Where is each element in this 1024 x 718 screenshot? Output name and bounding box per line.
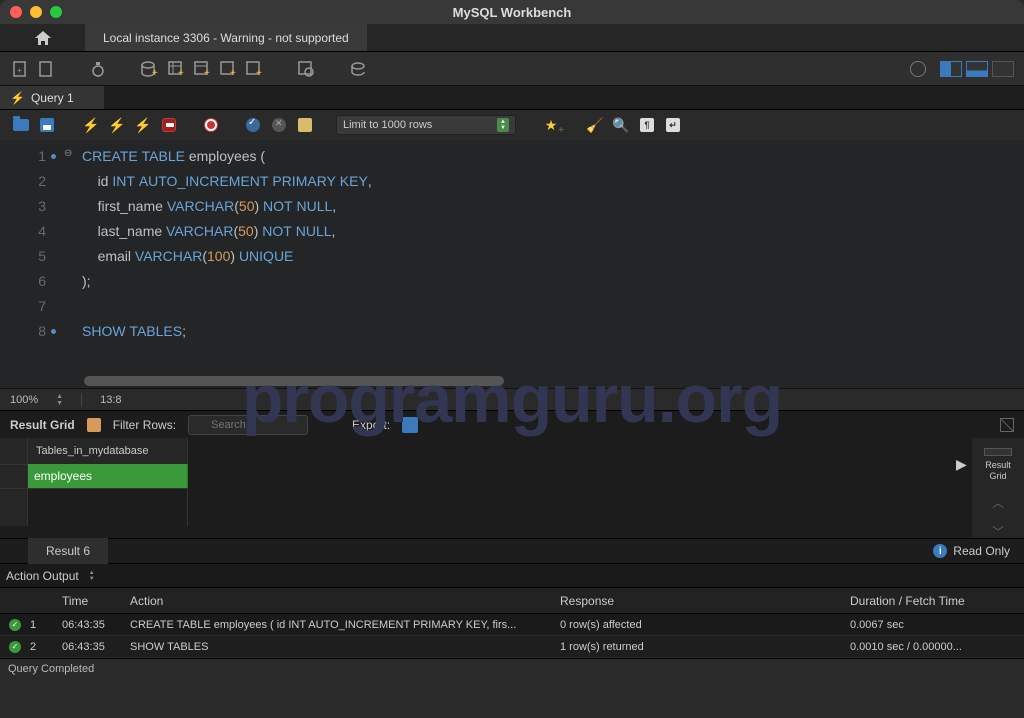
output-row[interactable]: ✓ 2 06:43:35 SHOW TABLES 1 row(s) return… (0, 636, 1024, 658)
connection-tabs: Local instance 3306 - Warning - not supp… (0, 24, 1024, 52)
toggle-right-panel-button[interactable] (992, 61, 1014, 77)
rollback-icon[interactable] (270, 116, 288, 134)
export-icon[interactable] (402, 417, 418, 433)
editor-status-bar: 100% ▲▼ 13:8 (0, 388, 1024, 410)
create-procedure-icon[interactable]: + (218, 59, 238, 79)
snippet-icon[interactable]: ★ (542, 116, 560, 134)
col-duration: Duration / Fetch Time (848, 594, 1024, 608)
create-schema-icon[interactable]: + (140, 59, 160, 79)
toggle-bottom-panel-button[interactable] (966, 61, 988, 77)
row-limit-select[interactable]: Limit to 1000 rows ▲▼ (336, 115, 516, 135)
create-table-icon[interactable]: + (166, 59, 186, 79)
new-sql-file-icon[interactable]: + (10, 59, 30, 79)
stepper-icon: ▲▼ (497, 118, 509, 132)
result-area: Tables_in_mydatabase employees ▶ Result … (0, 438, 1024, 538)
result-footer: Result 6 i Read Only (0, 538, 1024, 564)
search-table-icon[interactable] (296, 59, 316, 79)
info-icon: i (933, 544, 947, 558)
result-grid-view-icon[interactable] (984, 448, 1012, 456)
svg-text:+: + (204, 68, 210, 77)
result-grid[interactable]: Tables_in_mydatabase employees (0, 438, 972, 538)
zoom-level: 100% (10, 394, 38, 406)
result-tab[interactable]: Result 6 (28, 538, 108, 564)
svg-text:+: + (17, 66, 22, 75)
svg-text:+: + (256, 68, 262, 77)
result-tray: ▶ Result Grid ︿ ﹀ (972, 438, 1024, 538)
readonly-badge: i Read Only (933, 544, 1010, 558)
zoom-stepper[interactable]: ▲▼ (56, 393, 63, 407)
find-icon[interactable]: 🔍 (612, 116, 630, 134)
output-row[interactable]: ✓ 1 06:43:35 CREATE TABLE employees ( id… (0, 614, 1024, 636)
svg-text:+: + (178, 68, 184, 77)
traffic-lights (10, 6, 62, 18)
result-cell[interactable]: employees (28, 464, 188, 488)
result-grid-label: Result Grid (10, 418, 75, 432)
editor-toolbar: ⚡ ⚡ ⚡ Limit to 1000 rows ▲▼ ★ 🧹 🔍 ¶ ↵ (0, 110, 1024, 140)
minimize-window-button[interactable] (30, 6, 42, 18)
inspector-icon[interactable] (88, 59, 108, 79)
lightning-icon: ⚡ (10, 91, 25, 105)
col-time: Time (60, 594, 128, 608)
commit-icon[interactable] (244, 116, 262, 134)
column-header[interactable]: Tables_in_mydatabase (28, 438, 188, 464)
success-icon: ✓ (9, 641, 21, 653)
main-toolbar: + + + + + + (0, 52, 1024, 86)
filter-rows-label: Filter Rows: (113, 418, 176, 432)
fold-icon[interactable]: ⊖ (64, 148, 72, 159)
filter-rows-input[interactable] (188, 415, 308, 435)
invisible-chars-icon[interactable]: ¶ (638, 116, 656, 134)
window-title: MySQL Workbench (0, 5, 1024, 20)
svg-text:+: + (152, 68, 158, 77)
zoom-window-button[interactable] (50, 6, 62, 18)
toggle-left-panel-button[interactable] (940, 61, 962, 77)
cursor-position: 13:8 (100, 394, 121, 406)
save-file-icon[interactable] (38, 116, 56, 134)
chevron-up-icon[interactable]: ︿ (992, 494, 1004, 511)
row-limit-value: Limit to 1000 rows (343, 119, 432, 131)
query-tab-bar: ⚡ Query 1 (0, 86, 1024, 110)
beautify-icon[interactable]: 🧹 (586, 116, 604, 134)
query-tab[interactable]: ⚡ Query 1 (0, 86, 104, 109)
tray-label: Result Grid (985, 460, 1011, 482)
horizontal-scrollbar[interactable] (84, 376, 504, 386)
status-bar: Query Completed (0, 658, 1024, 678)
output-table-header: Time Action Response Duration / Fetch Ti… (0, 588, 1024, 614)
toggle-limit-icon[interactable] (296, 116, 314, 134)
word-wrap-icon[interactable]: ↵ (664, 116, 682, 134)
export-label: Export: (352, 418, 390, 432)
create-view-icon[interactable]: + (192, 59, 212, 79)
line-gutter: 1 2 3 4 5 6 7 8 (0, 140, 62, 388)
grid-icon[interactable] (87, 418, 101, 432)
open-file-icon[interactable] (12, 116, 30, 134)
create-function-icon[interactable]: + (244, 59, 264, 79)
stop-icon[interactable] (160, 116, 178, 134)
svg-text:+: + (230, 68, 236, 77)
close-window-button[interactable] (10, 6, 22, 18)
row-header[interactable] (0, 464, 28, 488)
code-content[interactable]: CREATE TABLE employees ( id INT AUTO_INC… (62, 140, 1024, 388)
home-tab[interactable] (0, 24, 85, 51)
sql-editor[interactable]: 1 2 3 4 5 6 7 8 ⊖ CREATE TABLE employees… (0, 140, 1024, 388)
execute-icon[interactable]: ⚡ (82, 116, 100, 134)
col-action: Action (128, 594, 558, 608)
toggle-autocommit-icon[interactable] (202, 116, 220, 134)
explain-icon[interactable]: ⚡ (134, 116, 152, 134)
titlebar: MySQL Workbench (0, 0, 1024, 24)
wrap-cell-icon[interactable] (1000, 418, 1014, 432)
reconnect-icon[interactable] (348, 59, 368, 79)
settings-icon[interactable] (910, 61, 926, 77)
output-table: Time Action Response Duration / Fetch Ti… (0, 588, 1024, 658)
status-text: Query Completed (8, 663, 94, 675)
result-toolbar: Result Grid Filter Rows: 🔍 Export: (0, 410, 1024, 438)
query-tab-label: Query 1 (31, 91, 74, 105)
connection-tab[interactable]: Local instance 3306 - Warning - not supp… (85, 24, 367, 51)
tray-arrow-icon[interactable]: ▶ (956, 456, 967, 473)
success-icon: ✓ (9, 619, 21, 631)
execute-current-icon[interactable]: ⚡ (108, 116, 126, 134)
col-response: Response (558, 594, 848, 608)
output-stepper[interactable]: ▲▼ (89, 570, 95, 582)
output-header-label: Action Output (6, 569, 79, 583)
open-sql-file-icon[interactable] (36, 59, 56, 79)
output-header: Action Output ▲▼ (0, 564, 1024, 588)
